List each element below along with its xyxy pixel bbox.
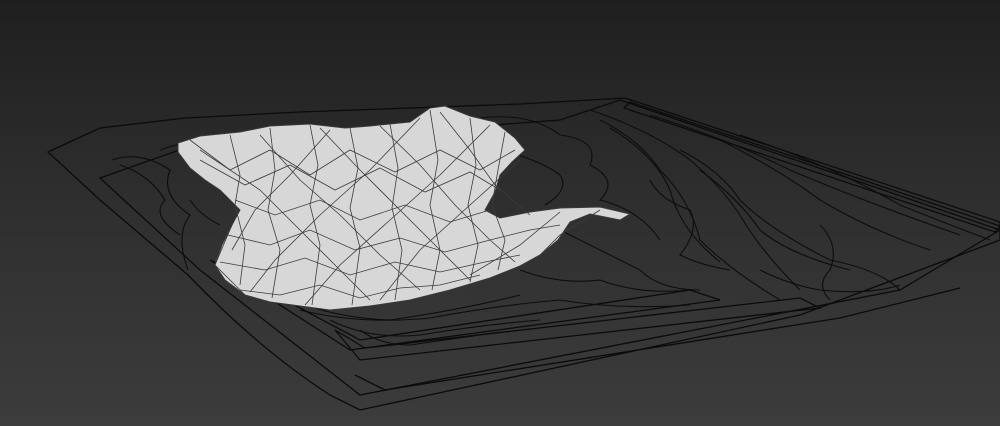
viewport-canvas[interactable] — [0, 0, 1000, 426]
terrain-mesh[interactable] — [177, 105, 632, 311]
terrain-mesh-surface — [177, 105, 632, 311]
base-frame-4 — [622, 101, 1000, 233]
3d-viewport[interactable] — [0, 0, 1000, 426]
